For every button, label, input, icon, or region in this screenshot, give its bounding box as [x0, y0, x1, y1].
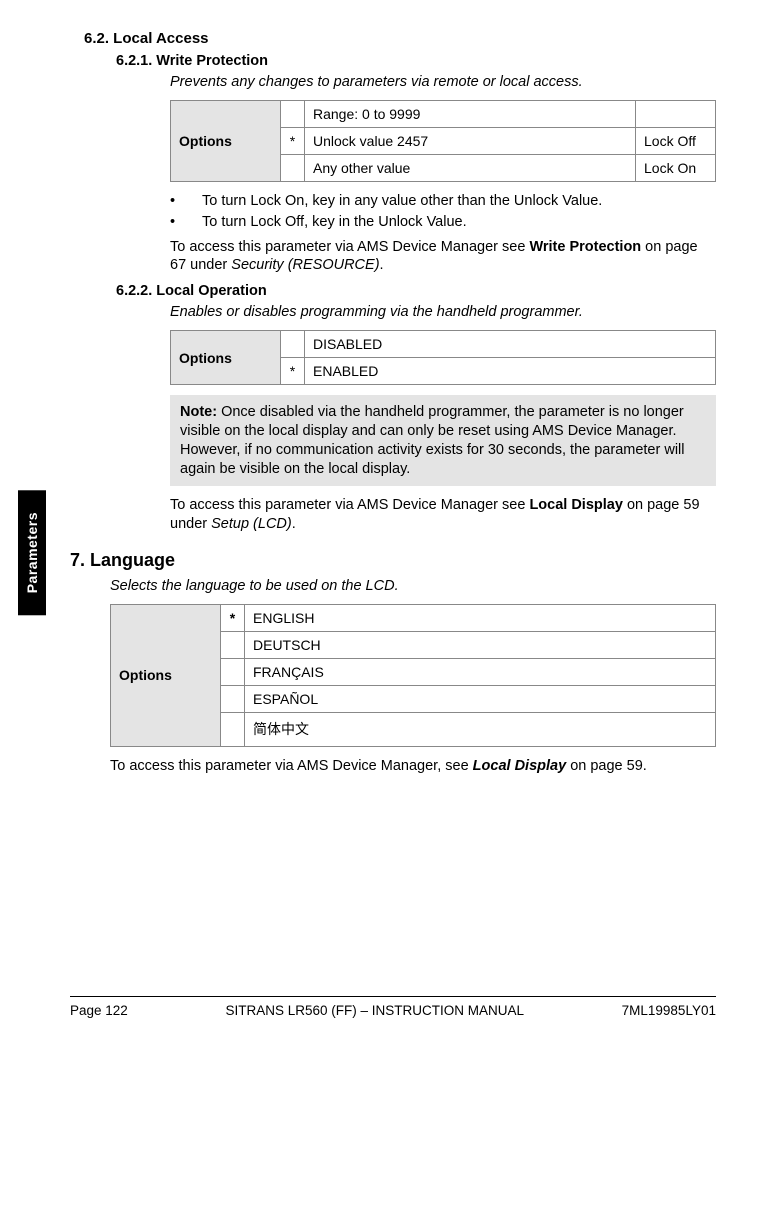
note-box-6-2-2: Note: Once disabled via the handheld pro…: [170, 395, 716, 486]
cell-value: DEUTSCH: [245, 631, 716, 658]
text: .: [292, 516, 296, 532]
heading-6-2: 6.2. Local Access: [84, 30, 716, 47]
cell-value: ESPAÑOL: [245, 685, 716, 712]
access-text-7: To access this parameter via AMS Device …: [110, 757, 716, 776]
link-local-display[interactable]: Local Display: [529, 497, 622, 513]
side-tab-parameters: Parameters: [18, 490, 46, 615]
cell-star: [221, 631, 245, 658]
options-table-6-2-1: Options Range: 0 to 9999 * Unlock value …: [170, 100, 716, 182]
cell-effect: Lock Off: [636, 127, 716, 154]
list-item: To turn Lock Off, key in the Unlock Valu…: [170, 213, 716, 232]
heading-6-2-1: 6.2.1. Write Protection: [116, 53, 716, 69]
desc-7: Selects the language to be used on the L…: [110, 577, 716, 596]
note-text: Once disabled via the handheld programme…: [180, 404, 685, 477]
page-footer: Page 122 SITRANS LR560 (FF) – INSTRUCTIO…: [70, 996, 716, 1018]
access-text-6-2-2: To access this parameter via AMS Device …: [170, 496, 716, 534]
text: To access this parameter via AMS Device …: [170, 239, 529, 255]
footer-title: SITRANS LR560 (FF) – INSTRUCTION MANUAL: [225, 1003, 524, 1018]
cell-value: FRANÇAIS: [245, 658, 716, 685]
desc-6-2-1: Prevents any changes to parameters via r…: [170, 73, 716, 92]
cell-value: ENGLISH: [245, 604, 716, 631]
cell-star: [221, 685, 245, 712]
cell-star: [281, 331, 305, 358]
cell-star: [221, 712, 245, 746]
text: on page 59.: [570, 758, 647, 774]
cell-empty: [636, 100, 716, 127]
table-row: Options Range: 0 to 9999: [171, 100, 716, 127]
cell-star: [281, 154, 305, 181]
options-label: Options: [111, 604, 221, 746]
options-label: Options: [171, 331, 281, 385]
cell-star: *: [221, 604, 245, 631]
cell-value: Any other value: [305, 154, 636, 181]
cell-star: *: [281, 358, 305, 385]
text-ital: Security (RESOURCE): [231, 257, 379, 273]
cell-value: 简体中文: [245, 712, 716, 746]
table-row: Options DISABLED: [171, 331, 716, 358]
cell-value: Unlock value 2457: [305, 127, 636, 154]
options-table-7: Options * ENGLISH DEUTSCH FRANÇAIS ESPAÑ…: [110, 604, 716, 747]
desc-6-2-2: Enables or disables programming via the …: [170, 303, 716, 322]
cell-value: ENABLED: [305, 358, 716, 385]
text-ital: Setup (LCD): [211, 516, 292, 532]
cell-effect: Lock On: [636, 154, 716, 181]
footer-page: Page 122: [70, 1003, 128, 1018]
heading-7: 7. Language: [70, 550, 716, 571]
link-write-protection[interactable]: Write Protection: [529, 239, 641, 255]
table-row: Options * ENGLISH: [111, 604, 716, 631]
cell-star: [221, 658, 245, 685]
cell-star: [281, 100, 305, 127]
note-label: Note:: [180, 404, 217, 420]
bullet-list-6-2-1: To turn Lock On, key in any value other …: [170, 192, 716, 232]
text: .: [380, 257, 384, 273]
heading-6-2-2: 6.2.2. Local Operation: [116, 283, 716, 299]
options-label: Options: [171, 100, 281, 181]
link-local-display[interactable]: Local Display: [473, 758, 571, 774]
options-table-6-2-2: Options DISABLED * ENABLED: [170, 330, 716, 385]
list-item: To turn Lock On, key in any value other …: [170, 192, 716, 211]
cell-range: Range: 0 to 9999: [305, 100, 636, 127]
text: To access this parameter via AMS Device …: [170, 497, 529, 513]
text: To access this parameter via AMS Device …: [110, 758, 473, 774]
access-text-6-2-1: To access this parameter via AMS Device …: [170, 238, 716, 276]
footer-doc-id: 7ML19985LY01: [622, 1003, 716, 1018]
cell-star: *: [281, 127, 305, 154]
cell-value: DISABLED: [305, 331, 716, 358]
